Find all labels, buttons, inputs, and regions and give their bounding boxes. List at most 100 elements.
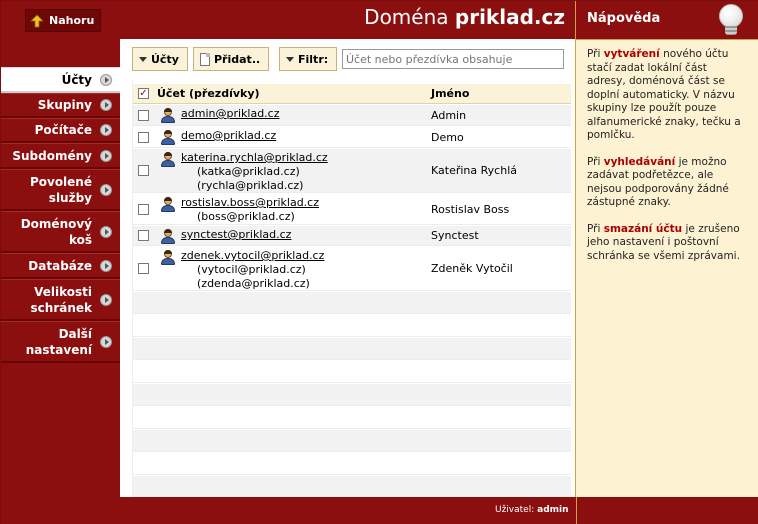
name-cell: Zdeněk Vytočil xyxy=(431,262,513,275)
lightbulb-icon xyxy=(718,4,744,38)
help-paragraph-create: Při vytváření nového účtu stačí zadat lo… xyxy=(587,48,741,141)
arrow-right-icon xyxy=(100,259,112,272)
help-highlight: vytváření xyxy=(603,48,660,60)
alias-text: (vytocil@priklad.cz) xyxy=(197,263,306,276)
domain-prefix: Doména xyxy=(364,5,449,29)
row-checkbox[interactable] xyxy=(138,230,149,241)
account-link[interactable]: admin@priklad.cz xyxy=(181,107,280,120)
header-bar: Nahoru Doména priklad.cz xyxy=(1,1,576,39)
sidebar-item-computers[interactable]: Počítače xyxy=(1,118,120,143)
column-header-name[interactable]: Jméno xyxy=(431,87,469,100)
domain-name: priklad.cz xyxy=(454,5,565,29)
sidebar-item-mailbox-sizes[interactable]: Velikosti schránek xyxy=(1,279,120,321)
arrow-right-icon xyxy=(100,99,112,111)
page-title: Doména priklad.cz xyxy=(364,5,565,29)
account-link[interactable]: rostislav.boss@priklad.cz xyxy=(181,196,319,209)
help-paragraph-search: Při vyhledávání je možno zadávat podřetě… xyxy=(587,155,729,209)
toolbar: Účty Přidat.. Filtr: xyxy=(132,47,576,75)
filter-input[interactable] xyxy=(342,49,564,69)
arrow-right-icon xyxy=(100,293,112,306)
row-checkbox[interactable] xyxy=(138,110,149,121)
empty-row xyxy=(133,384,571,406)
sidebar-item-databases[interactable]: Databáze xyxy=(1,253,120,279)
sidebar-item-label: Databáze xyxy=(28,258,92,273)
table-row[interactable]: katerina.rychla@priklad.cz (katka@prikla… xyxy=(133,149,571,193)
accounts-table: Účet (přezdívky) Jméno admin@priklad.cz … xyxy=(132,79,571,498)
sidebar-item-domain-trash[interactable]: Doménový koš xyxy=(1,211,120,253)
row-checkbox[interactable] xyxy=(138,263,149,274)
sidebar-item-label: Počítače xyxy=(34,123,92,137)
sidebar-item-label: Další nastavení xyxy=(25,326,92,357)
account-link[interactable]: zdenek.vytocil@priklad.cz xyxy=(181,249,324,262)
select-all-checkbox[interactable] xyxy=(138,88,149,99)
add-button[interactable]: Přidat.. xyxy=(193,47,269,71)
arrow-right-icon xyxy=(100,183,112,196)
sidebar-item-groups[interactable]: Skupiny xyxy=(1,93,120,118)
account-cell: zdenek.vytocil@priklad.cz (vytocil@prikl… xyxy=(181,249,324,291)
empty-row xyxy=(133,430,571,452)
name-cell: Rostislav Boss xyxy=(431,203,510,216)
empty-row xyxy=(133,407,571,429)
sidebar-item-label: Subdomény xyxy=(12,148,92,163)
table-row[interactable]: zdenek.vytocil@priklad.cz (vytocil@prikl… xyxy=(133,247,571,291)
current-user: Uživatel: admin xyxy=(495,505,569,515)
sidebar-item-label: Povolené služby xyxy=(29,174,92,205)
empty-row xyxy=(133,292,571,314)
sidebar-item-label: Doménový koš xyxy=(20,216,92,247)
account-link[interactable]: synctest@priklad.cz xyxy=(181,228,291,241)
column-header-account[interactable]: Účet (přezdívky) xyxy=(157,87,260,100)
name-cell: Synctest xyxy=(431,229,479,242)
sidebar-item-label: Skupiny xyxy=(37,98,92,112)
accounts-dropdown-button[interactable]: Účty xyxy=(132,47,188,71)
sidebar-item-label: Velikosti schránek xyxy=(30,284,92,315)
new-document-icon xyxy=(200,52,210,66)
sidebar-item-subdomains[interactable]: Subdomény xyxy=(1,143,120,169)
up-button[interactable]: Nahoru xyxy=(25,9,102,32)
arrow-right-icon xyxy=(100,73,112,86)
add-button-label: Přidat.. xyxy=(214,52,261,66)
footer-bar: Uživatel: admin xyxy=(1,497,758,524)
chevron-down-icon xyxy=(286,56,294,62)
empty-row xyxy=(133,361,571,383)
sidebar-item-accounts[interactable]: Účty xyxy=(1,67,120,93)
alias-text: (zdenda@priklad.cz) xyxy=(197,277,310,290)
empty-row xyxy=(133,315,571,337)
sidebar-item-other-settings[interactable]: Další nastavení xyxy=(1,321,120,363)
arrow-right-icon xyxy=(100,149,112,162)
account-link[interactable]: katerina.rychla@priklad.cz xyxy=(181,151,328,164)
row-checkbox[interactable] xyxy=(138,165,149,176)
user-icon xyxy=(160,108,176,123)
help-title: Nápověda xyxy=(587,11,661,26)
table-header: Účet (přezdívky) Jméno xyxy=(133,84,571,104)
user-icon xyxy=(160,197,176,212)
user-icon xyxy=(160,250,176,265)
sidebar-item-allowed-services[interactable]: Povolené služby xyxy=(1,169,120,211)
filter-dropdown-button[interactable]: Filtr: xyxy=(279,47,337,71)
table-row[interactable]: synctest@priklad.cz Synctest xyxy=(133,226,571,246)
user-icon xyxy=(160,130,176,145)
row-checkbox[interactable] xyxy=(138,204,149,215)
arrow-up-icon xyxy=(30,13,44,27)
filter-label: Filtr: xyxy=(298,52,329,66)
account-cell: admin@priklad.cz xyxy=(181,107,280,121)
sidebar-item-label: Účty xyxy=(61,72,92,87)
table-row[interactable]: admin@priklad.cz Admin xyxy=(133,105,571,126)
table-row[interactable]: rostislav.boss@priklad.cz (boss@priklad.… xyxy=(133,194,571,225)
table-row[interactable]: demo@priklad.cz Demo xyxy=(133,127,571,148)
account-cell: katerina.rychla@priklad.cz (katka@prikla… xyxy=(181,151,328,193)
arrow-right-icon xyxy=(100,225,112,238)
row-checkbox[interactable] xyxy=(138,132,149,143)
account-cell: synctest@priklad.cz xyxy=(181,228,291,242)
accounts-dropdown-label: Účty xyxy=(151,52,179,66)
account-link[interactable]: demo@priklad.cz xyxy=(181,129,276,142)
help-highlight: vyhledávání xyxy=(603,155,676,168)
main-content: Účty Přidat.. Filtr: Účet (přezdívky) Jm… xyxy=(120,39,576,498)
alias-text: (boss@priklad.cz) xyxy=(197,210,295,223)
chevron-down-icon xyxy=(139,56,147,62)
help-highlight: smazání účtu xyxy=(603,222,683,235)
alias-text: (katka@priklad.cz) xyxy=(197,165,300,178)
user-icon xyxy=(160,229,176,244)
empty-row xyxy=(133,476,571,498)
arrow-right-icon xyxy=(100,335,112,348)
app-frame: Nahoru Doména priklad.cz Účty Skupiny Po… xyxy=(0,0,758,524)
